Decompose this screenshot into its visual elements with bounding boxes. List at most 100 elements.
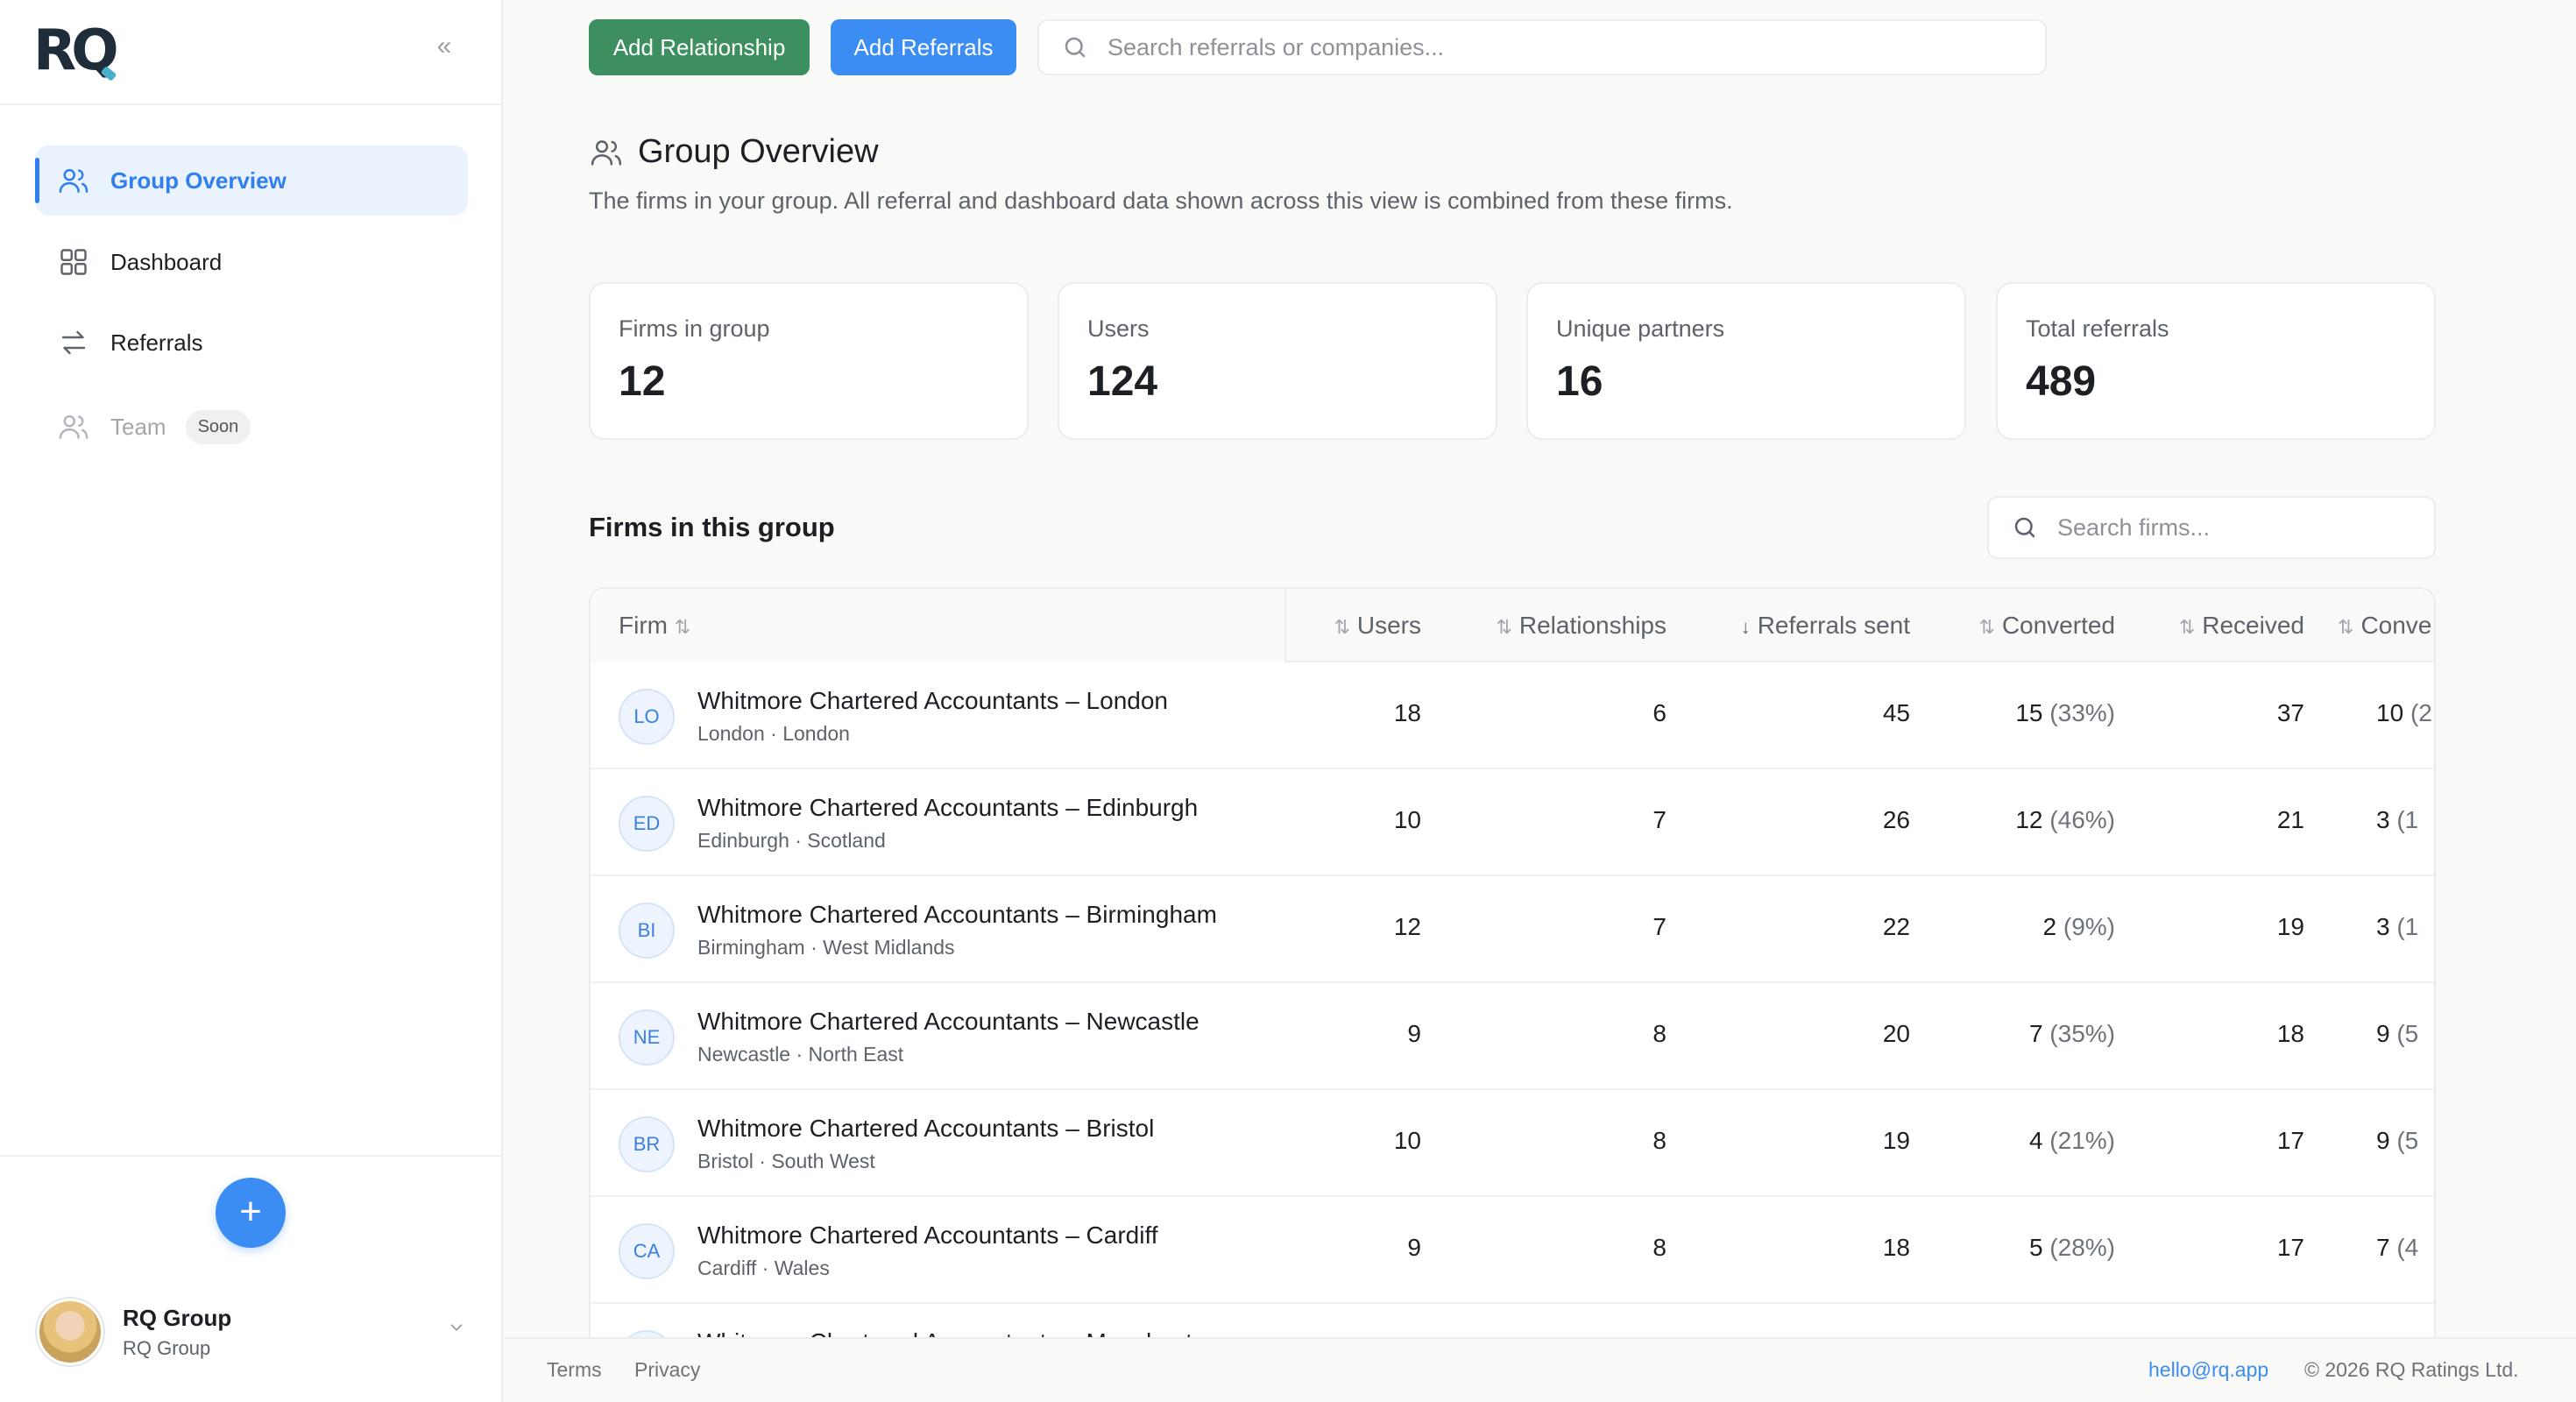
user-name: RQ Group <box>123 1304 232 1331</box>
table-row[interactable]: BI Whitmore Chartered Accountants – Birmi… <box>591 876 2434 983</box>
cell-converted-received: 9 (5 <box>2376 1020 2419 1047</box>
cell-converted: 12 (46%) <box>2015 806 2115 833</box>
user-account-menu[interactable]: RQ Group RQ Group <box>37 1297 466 1367</box>
column-header-users[interactable]: ⇅ Users <box>1334 612 1421 640</box>
sidebar-item-label: Group Overview <box>110 166 287 194</box>
cell-referrals-sent: 26 <box>1882 806 1910 833</box>
cell-converted-received: 10 (2 <box>2376 699 2432 726</box>
cell-users: 10 <box>1393 806 1421 833</box>
cell-referrals-sent: 19 <box>1882 1127 1910 1154</box>
cell-relationships: 8 <box>1652 1127 1667 1154</box>
sidebar-divider <box>0 1155 503 1157</box>
cell-relationships: 8 <box>1652 1020 1667 1047</box>
stat-value: 489 <box>2026 358 2097 405</box>
firm-search-input[interactable]: Search firms... <box>1987 496 2436 559</box>
firm-location: Edinburgh · Scotland <box>697 829 886 852</box>
firm-initials-badge: LO <box>619 689 675 745</box>
cell-relationships: 7 <box>1652 806 1667 833</box>
cell-converted-received: 9 (5 <box>2376 1127 2419 1154</box>
sort-desc-icon: ↓ <box>1740 616 1751 638</box>
cell-relationships: 8 <box>1652 1234 1667 1261</box>
firm-name[interactable]: Whitmore Chartered Accountants – Bristol <box>697 1115 1154 1143</box>
sidebar-item-dashboard[interactable]: Dashboard <box>35 227 468 297</box>
search-placeholder: Search firms... <box>2057 513 2211 541</box>
firm-location: London · London <box>697 722 850 745</box>
firm-location: Bristol · South West <box>697 1150 875 1172</box>
users-icon <box>54 161 93 200</box>
users-icon <box>589 135 624 170</box>
table-row[interactable]: BR Whitmore Chartered Accountants – Brist… <box>591 1090 2434 1197</box>
sort-icon: ⇅ <box>1978 616 1995 638</box>
page-subtitle: The firms in your group. All referral an… <box>589 188 1733 214</box>
firm-name[interactable]: Whitmore Chartered Accountants – Cardiff <box>697 1221 1158 1250</box>
stat-label: Firms in group <box>619 315 770 342</box>
arrows-swap-icon <box>54 323 93 362</box>
sidebar-item-label: Team <box>110 413 166 440</box>
cell-converted: 7 (35%) <box>2028 1020 2115 1047</box>
cell-received: 19 <box>2276 913 2304 940</box>
cell-converted: 5 (28%) <box>2028 1234 2115 1261</box>
stat-card-firms: Firms in group 12 <box>589 282 1029 440</box>
firm-name[interactable]: Whitmore Chartered Accountants – London <box>697 687 1168 715</box>
table-row[interactable]: NE Whitmore Chartered Accountants – Newca… <box>591 983 2434 1090</box>
firm-name[interactable]: Whitmore Chartered Accountants – Birming… <box>697 901 1217 929</box>
sidebar-item-label: Dashboard <box>110 248 223 275</box>
sidebar-item-group-overview[interactable]: Group Overview <box>35 145 468 216</box>
column-header-converted-received[interactable]: ⇅ Conve <box>2338 612 2431 640</box>
cell-users: 10 <box>1393 1127 1421 1154</box>
sidebar-divider <box>0 103 503 105</box>
page-title: Group Overview <box>638 133 879 170</box>
cell-referrals-sent: 20 <box>1882 1020 1910 1047</box>
cell-users: 18 <box>1393 699 1421 726</box>
stat-value: 124 <box>1087 358 1158 405</box>
section-title: Firms in this group <box>589 512 835 542</box>
cell-converted: 4 (21%) <box>2028 1127 2115 1154</box>
column-header-firm[interactable]: Firm ⇅ <box>619 612 697 640</box>
avatar <box>37 1299 103 1365</box>
firm-initials-badge: ED <box>619 796 675 852</box>
rq-logo[interactable]: RQ <box>33 23 119 79</box>
stat-card-total-referrals: Total referrals 489 <box>1996 282 2436 440</box>
add-fab-button[interactable]: + <box>216 1178 286 1248</box>
firm-initials-badge: NE <box>619 1009 675 1066</box>
contact-email-link[interactable]: hello@rq.app <box>2148 1358 2268 1382</box>
add-relationship-button[interactable]: Add Relationship <box>589 19 810 75</box>
privacy-link[interactable]: Privacy <box>634 1358 700 1382</box>
sort-icon: ⇅ <box>1496 616 1512 638</box>
column-header-converted[interactable]: ⇅ Converted <box>1978 612 2115 640</box>
column-header-relationships[interactable]: ⇅ Relationships <box>1496 612 1667 640</box>
chevron-down-icon[interactable] <box>447 1318 466 1343</box>
cell-referrals-sent: 22 <box>1882 913 1910 940</box>
firms-table: Firm ⇅ ⇅ Users ⇅ Relationships ↓ Referrals … <box>589 587 2436 1402</box>
cell-received: 18 <box>2276 1020 2304 1047</box>
terms-link[interactable]: Terms <box>547 1358 602 1382</box>
global-search-input[interactable]: Search referrals or companies... <box>1037 19 2047 75</box>
cell-referrals-sent: 45 <box>1882 699 1910 726</box>
firm-name[interactable]: Whitmore Chartered Accountants – Edinbur… <box>697 794 1198 822</box>
table-row[interactable]: LO Whitmore Chartered Accountants – Londo… <box>591 662 2434 769</box>
cell-converted-received: 7 (4 <box>2376 1234 2419 1261</box>
cell-referrals-sent: 18 <box>1882 1234 1910 1261</box>
firm-location: Birmingham · West Midlands <box>697 936 955 959</box>
cell-received: 17 <box>2276 1127 2304 1154</box>
cell-received: 21 <box>2276 806 2304 833</box>
search-icon <box>2010 513 2040 542</box>
stat-card-unique-partners: Unique partners 16 <box>1526 282 1966 440</box>
cell-converted: 2 (9%) <box>2042 913 2115 940</box>
collapse-sidebar-icon[interactable]: « <box>431 33 457 60</box>
firm-initials-badge: BR <box>619 1116 675 1172</box>
column-header-received[interactable]: ⇅ Received <box>2179 612 2304 640</box>
table-row[interactable]: ED Whitmore Chartered Accountants – Edinb… <box>591 769 2434 876</box>
table-header: Firm ⇅ ⇅ Users ⇅ Relationships ↓ Referrals … <box>591 589 2434 662</box>
firm-name[interactable]: Whitmore Chartered Accountants – Newcast… <box>697 1008 1200 1036</box>
table-row[interactable]: CA Whitmore Chartered Accountants – Cardi… <box>591 1197 2434 1304</box>
add-referrals-button[interactable]: Add Referrals <box>831 19 1016 75</box>
cell-users: 9 <box>1407 1020 1421 1047</box>
stat-card-users: Users 124 <box>1058 282 1497 440</box>
user-org: RQ Group <box>123 1336 211 1359</box>
cell-converted-received: 3 (1 <box>2376 806 2419 833</box>
column-header-referrals-sent[interactable]: ↓ Referrals sent <box>1741 612 1910 640</box>
cell-relationships: 7 <box>1652 913 1667 940</box>
search-placeholder: Search referrals or companies... <box>1108 33 1445 60</box>
sidebar-item-referrals[interactable]: Referrals <box>35 308 468 378</box>
